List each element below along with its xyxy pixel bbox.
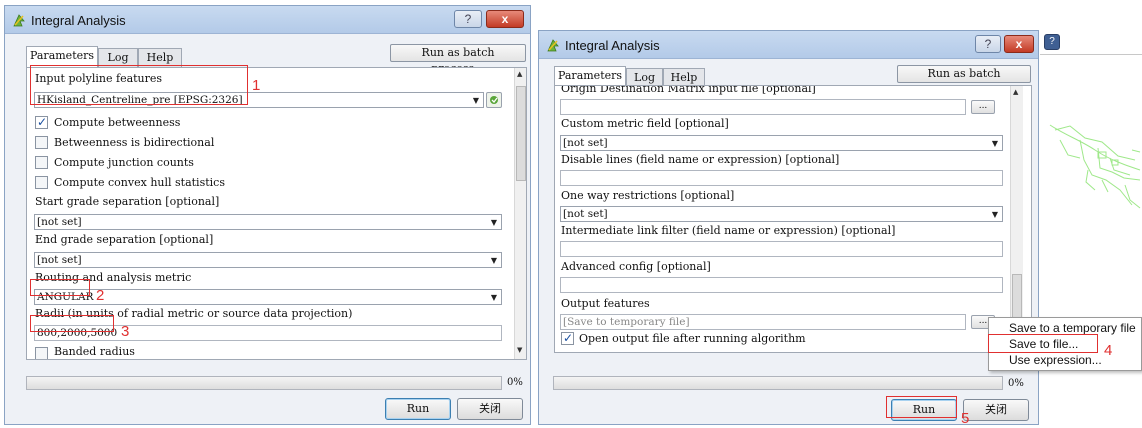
chevron-down-icon: ▼ (490, 293, 497, 302)
end-grade-select[interactable]: [not set] ▼ (34, 252, 502, 268)
background-help-button[interactable]: ? (1044, 34, 1060, 50)
title-bar: Integral Analysis ? x (539, 31, 1038, 59)
qgis-icon (13, 14, 25, 27)
menu-item-save-to-file[interactable]: Save to file... (989, 336, 1141, 352)
chevron-down-icon: ▼ (490, 256, 497, 265)
help-title-button[interactable]: ? (454, 10, 482, 28)
iterate-button[interactable] (486, 92, 502, 108)
junction-counts-checkbox[interactable] (35, 156, 48, 169)
oneway-label: One way restrictions [optional] (561, 189, 735, 202)
chevron-down-icon: ▼ (991, 210, 998, 219)
scroll-up-icon[interactable]: ▲ (517, 70, 522, 78)
convex-hull-label: Compute convex hull statistics (54, 176, 225, 189)
qgis-icon (547, 39, 559, 52)
tab-help[interactable]: Help (138, 48, 182, 68)
progress-percent: 0% (1008, 378, 1024, 389)
open-output-label: Open output file after running algorithm (579, 332, 806, 345)
progress-bar (26, 376, 502, 390)
input-layer-value: HKisland_Centreline_pre [EPSG:2326] (37, 94, 243, 106)
od-matrix-input[interactable] (560, 99, 966, 115)
betweenness-bidirectional-checkbox[interactable] (35, 136, 48, 149)
custom-metric-value: [not set] (563, 137, 608, 149)
oneway-value: [not set] (563, 208, 608, 220)
run-batch-button[interactable]: Run as batch process... (390, 44, 526, 75)
radii-input[interactable]: 800,2000,5000 (34, 325, 502, 341)
run-button[interactable]: Run (891, 399, 957, 421)
close-button[interactable]: 关闭 (457, 398, 523, 420)
od-matrix-label: Origin Destination Matrix input file [op… (561, 85, 816, 95)
close-button[interactable]: 关闭 (963, 399, 1029, 421)
input-label: Input polyline features (35, 72, 163, 85)
annotation-number-2: 2 (96, 287, 105, 304)
window-title: Integral Analysis (31, 13, 126, 28)
title-bar: Integral Analysis ? x (5, 6, 530, 34)
routing-metric-value: ANGULAR (37, 291, 94, 303)
annotation-number-5: 5 (961, 410, 970, 427)
iterate-icon (490, 96, 498, 104)
close-title-button[interactable]: x (486, 10, 524, 28)
close-title-button[interactable]: x (1004, 35, 1034, 53)
routing-metric-label: Routing and analysis metric (35, 271, 192, 284)
intermediate-filter-input[interactable] (560, 241, 1003, 257)
output-context-menu: Save to a temporary file Save to file...… (988, 317, 1142, 371)
output-features-input[interactable]: [Save to temporary file] (560, 314, 966, 330)
background-window-titlebar (1040, 4, 1142, 30)
intermediate-filter-label: Intermediate link filter (field name or … (561, 224, 896, 237)
convex-hull-checkbox[interactable] (35, 176, 48, 189)
run-batch-button[interactable]: Run as batch process... (897, 65, 1031, 96)
chevron-down-icon: ▼ (490, 218, 497, 227)
tab-log[interactable]: Log (98, 48, 138, 68)
scroll-up-icon[interactable]: ▲ (1013, 88, 1018, 96)
custom-metric-select[interactable]: [not set] ▼ (560, 135, 1003, 151)
advanced-config-input[interactable] (560, 277, 1003, 293)
scroll-down-icon[interactable]: ▼ (517, 346, 522, 354)
output-placeholder: [Save to temporary file] (563, 316, 690, 328)
start-grade-value: [not set] (37, 216, 82, 228)
start-grade-select[interactable]: [not set] ▼ (34, 214, 502, 230)
banded-radius-checkbox[interactable] (35, 347, 48, 359)
betweenness-bidirectional-label: Betweenness is bidirectional (54, 136, 215, 149)
radii-label: Radii (in units of radial metric or sour… (35, 307, 353, 320)
start-grade-label: Start grade separation [optional] (35, 195, 220, 208)
chevron-down-icon: ▼ (991, 139, 998, 148)
end-grade-value: [not set] (37, 254, 82, 266)
annotation-number-4: 4 (1104, 342, 1113, 359)
end-grade-label: End grade separation [optional] (35, 233, 214, 246)
banded-radius-label: Banded radius (54, 345, 135, 358)
annotation-number-1: 1 (252, 77, 261, 94)
oneway-select[interactable]: [not set] ▼ (560, 206, 1003, 222)
disable-lines-label: Disable lines (field name or expression)… (561, 153, 840, 166)
tab-parameters[interactable]: Parameters (26, 46, 98, 68)
menu-item-save-temporary[interactable]: Save to a temporary file (989, 320, 1141, 336)
integral-analysis-window-1: Integral Analysis ? x Parameters Log Hel… (4, 5, 531, 425)
window-title: Integral Analysis (565, 38, 660, 53)
junction-counts-label: Compute junction counts (54, 156, 194, 169)
progress-bar (553, 376, 1003, 390)
output-features-label: Output features (561, 297, 650, 310)
help-title-button[interactable]: ? (975, 35, 1001, 53)
compute-betweenness-checkbox[interactable] (35, 115, 48, 129)
custom-metric-label: Custom metric field [optional] (561, 117, 729, 130)
top-strip (0, 0, 1142, 4)
parameters-scrollbar[interactable]: ▲ ▼ (1010, 86, 1023, 352)
disable-lines-input[interactable] (560, 170, 1003, 186)
parameters-panel: Input polyline features HKisland_Centrel… (26, 67, 527, 360)
menu-item-use-expression[interactable]: Use expression... (989, 352, 1141, 368)
parameters-panel: Origin Destination Matrix input file [op… (554, 85, 1032, 353)
od-matrix-browse-button[interactable]: ... (971, 100, 995, 114)
chevron-down-icon: ▼ (472, 96, 479, 105)
compute-betweenness-label: Compute betweenness (54, 116, 181, 129)
scrollbar-thumb[interactable] (516, 86, 526, 181)
progress-percent: 0% (507, 377, 523, 388)
annotation-number-3: 3 (121, 323, 130, 340)
parameters-scrollbar[interactable]: ▲ ▼ (514, 68, 526, 359)
open-output-checkbox[interactable] (561, 331, 574, 345)
input-layer-select[interactable]: HKisland_Centreline_pre [EPSG:2326] ▼ (34, 92, 484, 108)
run-button[interactable]: Run (385, 398, 451, 420)
integral-analysis-window-2: Integral Analysis ? x Parameters Log Hel… (538, 30, 1039, 425)
advanced-config-label: Advanced config [optional] (561, 260, 711, 273)
